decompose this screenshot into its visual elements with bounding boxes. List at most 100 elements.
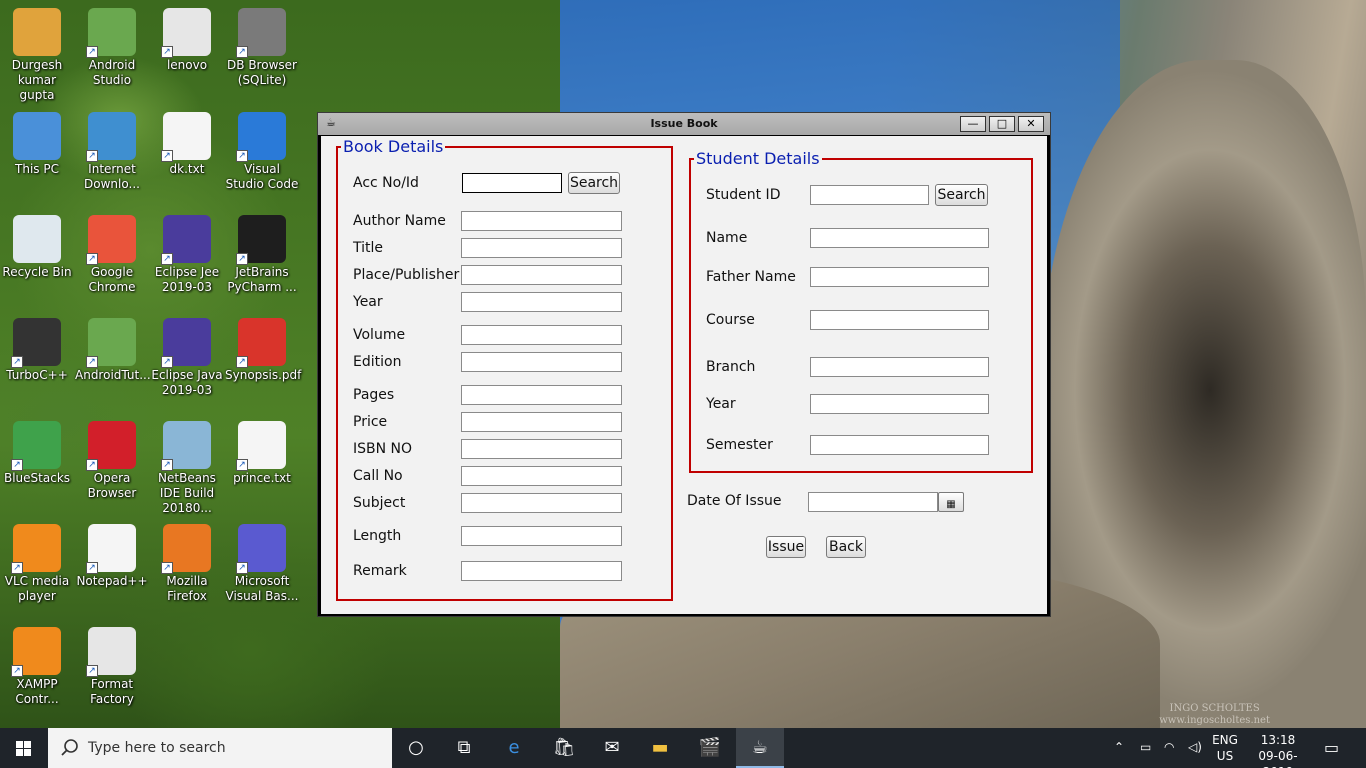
desktop-icon[interactable]: ↗ DB Browser (SQLite) [225,8,299,88]
student-field-label: Father Name [706,269,796,285]
desktop-icon-label: Mozilla Firefox [166,574,208,603]
student-field-input[interactable] [810,267,989,287]
student-field-input[interactable] [810,310,989,330]
student-id-input[interactable] [810,185,929,205]
student-field-input[interactable] [810,394,989,414]
maximize-button[interactable]: □ [989,116,1015,132]
student-field-input[interactable] [810,357,989,377]
taskbar-mail[interactable]: ✉ [588,728,636,768]
taskbar-edge[interactable]: e [490,728,538,768]
desktop-icon[interactable]: ↗ Eclipse Jee 2019-03 [150,215,224,295]
close-button[interactable]: ✕ [1018,116,1044,132]
desktop-icon-label: Visual Studio Code [225,162,299,191]
window-titlebar[interactable]: ☕ Issue Book — □ ✕ [318,113,1050,135]
desktop-icon[interactable]: ↗ Android Studio [75,8,149,88]
desktop-icon[interactable]: ↗ Eclipse Java 2019-03 [150,318,224,398]
book-field-input[interactable] [461,412,622,432]
taskbar-search-box[interactable]: Type here to search [48,728,392,768]
book-field-input[interactable] [461,466,622,486]
desktop-icon[interactable]: ↗ lenovo [150,8,224,73]
desktop-icon[interactable]: ↗ JetBrains PyCharm ... [225,215,299,295]
shortcut-arrow-icon: ↗ [236,253,248,265]
student-field-label: Year [706,396,736,412]
desktop-icon[interactable]: Durgesh kumar gupta [0,8,74,103]
back-button[interactable]: Back [826,536,866,558]
shortcut-arrow-icon: ↗ [161,46,173,58]
desktop-icon[interactable]: ↗ TurboC++ [0,318,74,383]
cortana-icon: ○ [408,737,424,758]
java-icon: ☕ [751,737,769,758]
desktop-icon[interactable]: ↗ Internet Downlo... [75,112,149,192]
book-field-input[interactable] [461,325,622,345]
user-folder-icon [13,8,61,56]
desktop-icon[interactable]: ↗ Synopsis.pdf [225,318,301,383]
desktop-icon-label: XAMPP Contr... [15,677,59,706]
desktop-icon[interactable]: This PC [0,112,74,177]
firefox-icon: ↗ [161,524,211,574]
desktop-icon[interactable]: ↗ XAMPP Contr... [0,627,74,707]
desktop-icon[interactable]: ↗ Google Chrome [75,215,149,295]
acc-no-input[interactable] [462,173,562,193]
desktop-icon-label: Recycle Bin [2,265,72,279]
desktop-icon[interactable]: ↗ Microsoft Visual Bas... [225,524,299,604]
desktop-icon[interactable]: ↗ Format Factory [75,627,149,707]
student-field-input[interactable] [810,435,989,455]
book-field-label: Length [353,528,402,544]
book-field-input[interactable] [461,526,622,546]
book-field-input[interactable] [461,265,622,285]
tray-power-icon[interactable]: ▭ [1140,740,1151,768]
book-field-input[interactable] [461,561,622,581]
desktop-icon[interactable]: Recycle Bin [0,215,74,280]
date-of-issue-input[interactable] [808,492,938,512]
book-field-input[interactable] [461,493,622,513]
book-field-label: Place/Publisher [353,267,460,283]
desktop-icon[interactable]: ↗ dk.txt [150,112,224,177]
task-view-button[interactable]: ⧉ [440,728,488,768]
book-details-legend: Book Details [343,137,444,156]
tray-chevron-icon[interactable]: ⌃ [1114,740,1124,768]
shortcut-arrow-icon: ↗ [86,459,98,471]
book-field-input[interactable] [461,211,622,231]
watermark-line1: INGO SCHOLTES [1169,703,1260,714]
internet-download-icon: ↗ [86,112,136,162]
taskbar-store[interactable]: 🛍 [540,728,588,768]
book-field-input[interactable] [461,292,622,312]
taskbar-java-app[interactable]: ☕ [736,728,784,768]
issue-button[interactable]: Issue [766,536,806,558]
start-button[interactable] [0,728,48,768]
desktop-icon[interactable]: ↗ Opera Browser [75,421,149,501]
action-center-icon[interactable]: ▭ [1324,738,1339,768]
book-field-input[interactable] [461,238,622,258]
desktop-icon[interactable]: ↗ NetBeans IDE Build 20180... [150,421,224,516]
netbeans-icon: ↗ [161,421,211,471]
desktop-icon[interactable]: ↗ Notepad++ [75,524,149,589]
calendar-picker-button[interactable]: ▦ [938,492,964,512]
desktop-icon[interactable]: ↗ BlueStacks [0,421,74,486]
tray-language[interactable]: ENG US [1212,732,1238,768]
desktop-icon[interactable]: ↗ AndroidTut... [75,318,151,383]
window-content: Book Details Acc No/Id Search Author Nam… [321,136,1047,614]
taskbar-file-explorer[interactable]: ▬ [636,728,684,768]
desktop-icon[interactable]: ↗ prince.txt [225,421,299,486]
desktop-icon[interactable]: ↗ VLC media player [0,524,74,604]
taskbar-movies[interactable]: 🎬 [686,728,734,768]
minimize-button[interactable]: — [960,116,986,132]
book-field-input[interactable] [461,352,622,372]
format-factory-icon: ↗ [86,627,136,677]
tray-volume-icon[interactable]: ◁) [1188,740,1202,768]
student-search-button[interactable]: Search [935,184,988,206]
desktop-icon[interactable]: ↗ Mozilla Firefox [150,524,224,604]
cortana-button[interactable]: ○ [392,728,440,768]
student-field-input[interactable] [810,228,989,248]
tray-wifi-icon[interactable]: ◠ [1164,740,1174,768]
book-field-input[interactable] [461,439,622,459]
shortcut-arrow-icon: ↗ [161,459,173,471]
book-field-input[interactable] [461,385,622,405]
issue-book-window: ☕ Issue Book — □ ✕ Book Details Acc No/I… [317,112,1051,617]
desktop-icon[interactable]: ↗ Visual Studio Code [225,112,299,192]
book-field-label: Call No [353,468,403,484]
tray-clock[interactable]: 13:18 09-06-2019 [1246,732,1310,768]
store-icon: 🛍 [552,737,576,758]
book-search-button[interactable]: Search [568,172,620,194]
shortcut-arrow-icon: ↗ [11,459,23,471]
